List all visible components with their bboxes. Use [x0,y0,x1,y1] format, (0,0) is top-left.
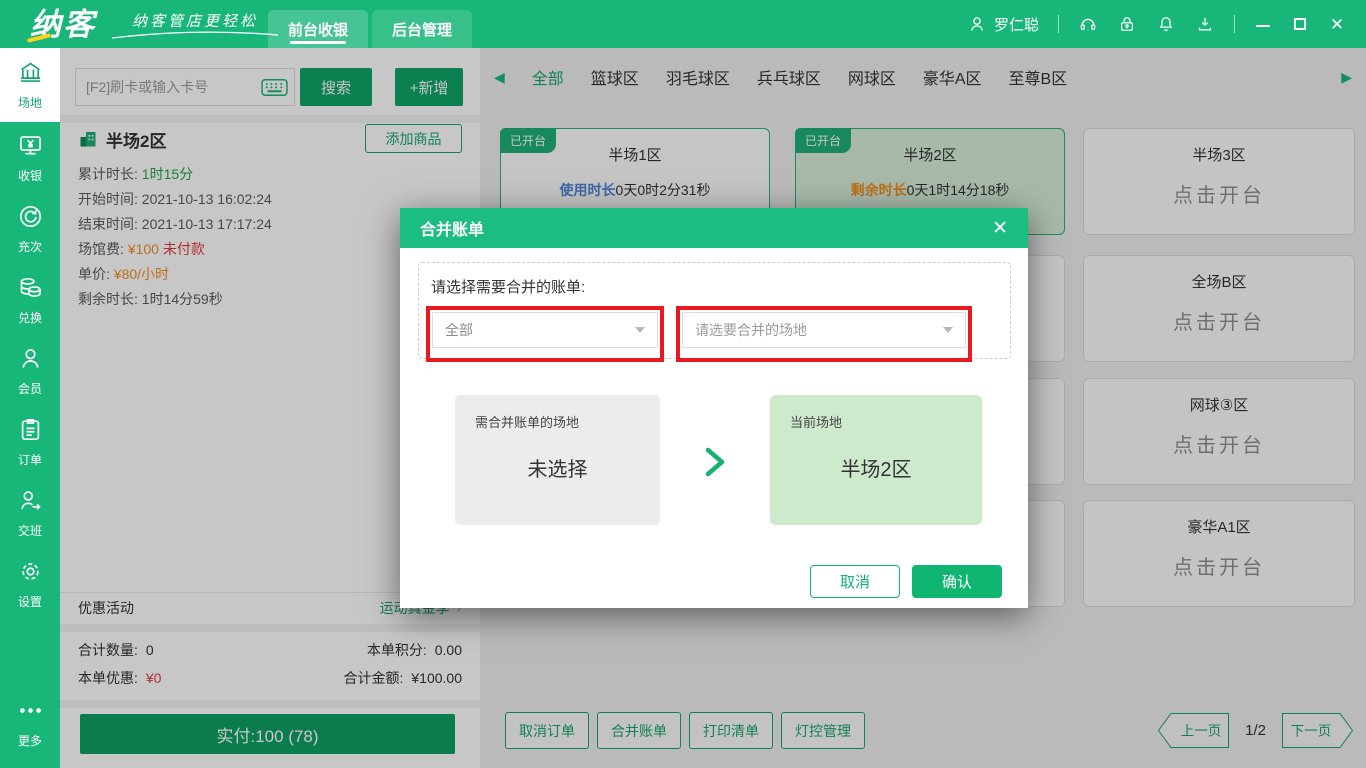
orders-icon [17,416,44,446]
minimize-button[interactable] [1254,15,1272,33]
source-venue-value: 未选择 [455,453,660,482]
app-window: 纳客 纳客管店更轻松 前台收银后台管理 罗仁聪 ✕ 场地收银充次兑换会员订单交班… [0,0,1366,768]
modal-title: 合并账单 [420,216,484,240]
sidebar-item-8[interactable]: 设置 [0,548,60,619]
shift-icon [17,487,44,517]
brand-slogan: 纳客管店更轻松 [110,10,280,40]
topbar: 纳客 纳客管店更轻松 前台收银后台管理 罗仁聪 ✕ [0,0,1366,48]
maximize-button[interactable] [1291,15,1309,33]
brand-logo: 纳客 [30,9,96,40]
sidebar-item-2[interactable]: 收银 [0,122,60,193]
download-icon[interactable] [1195,14,1215,34]
sidebar-item-label: 更多 [18,732,42,749]
separator [1234,15,1235,33]
user-name: 罗仁聪 [994,14,1039,35]
sidebar-item-9[interactable]: 更多 [0,687,60,758]
settings-icon [17,558,44,588]
sidebar-item-label: 交班 [18,522,42,539]
sidebar-item-label: 充次 [18,238,42,255]
merge-arrow-icon [703,446,727,483]
bell-icon[interactable] [1156,14,1176,34]
sidebar-item-6[interactable]: 订单 [0,406,60,477]
current-user[interactable]: 罗仁聪 [967,14,1039,35]
tab-back-office[interactable]: 后台管理 [372,10,472,48]
tab-front-desk[interactable]: 前台收银 [268,10,368,48]
source-venue-box: 需合并账单的场地 未选择 [455,395,660,525]
sidebar-item-3[interactable]: 充次 [0,193,60,264]
sidebar-item-label: 兑换 [18,309,42,326]
sidebar-item-label: 场地 [18,94,42,111]
annotation-highlight-2 [676,306,972,362]
venue-icon [17,59,44,89]
logo: 纳客 纳客管店更轻松 [30,8,280,40]
user-icon [967,14,987,34]
headset-icon[interactable] [1078,14,1098,34]
sidebar-item-label: 设置 [18,593,42,610]
modal-prompt: 请选择需要合并的账单: [431,276,585,297]
cancel-button[interactable]: 取消 [810,565,900,598]
exchange-icon [17,274,44,304]
close-button[interactable]: ✕ [1328,15,1346,33]
recharge-icon [17,203,44,233]
sidebar-item-4[interactable]: 兑换 [0,264,60,335]
sidebar: 场地收银充次兑换会员订单交班设置更多 [0,48,60,768]
target-venue-box: 当前场地 半场2区 [770,395,982,525]
slogan-underline-swoosh [110,31,280,40]
topbar-right: 罗仁聪 ✕ [967,14,1366,35]
cashier-icon [17,132,44,162]
confirm-button[interactable]: 确认 [912,565,1002,598]
modal-close-icon[interactable]: ✕ [992,217,1008,240]
more-icon [17,697,44,727]
separator [1058,15,1059,33]
sidebar-item-label: 收银 [18,167,42,184]
sidebar-item-1[interactable]: 场地 [0,48,60,122]
sidebar-item-label: 订单 [18,451,42,468]
merge-bills-modal: 合并账单 ✕ 请选择需要合并的账单: 全部 请选要合并的场地 需合并账单的场地 … [400,208,1028,608]
topbar-tabs: 前台收银后台管理 [268,10,472,48]
sidebar-item-label: 会员 [18,380,42,397]
lock-icon[interactable] [1117,14,1137,34]
sidebar-item-5[interactable]: 会员 [0,335,60,406]
annotation-highlight-1 [426,306,664,362]
target-venue-value: 半场2区 [770,453,982,482]
modal-header: 合并账单 ✕ [400,208,1028,248]
member-icon [17,345,44,375]
sidebar-item-7[interactable]: 交班 [0,477,60,548]
